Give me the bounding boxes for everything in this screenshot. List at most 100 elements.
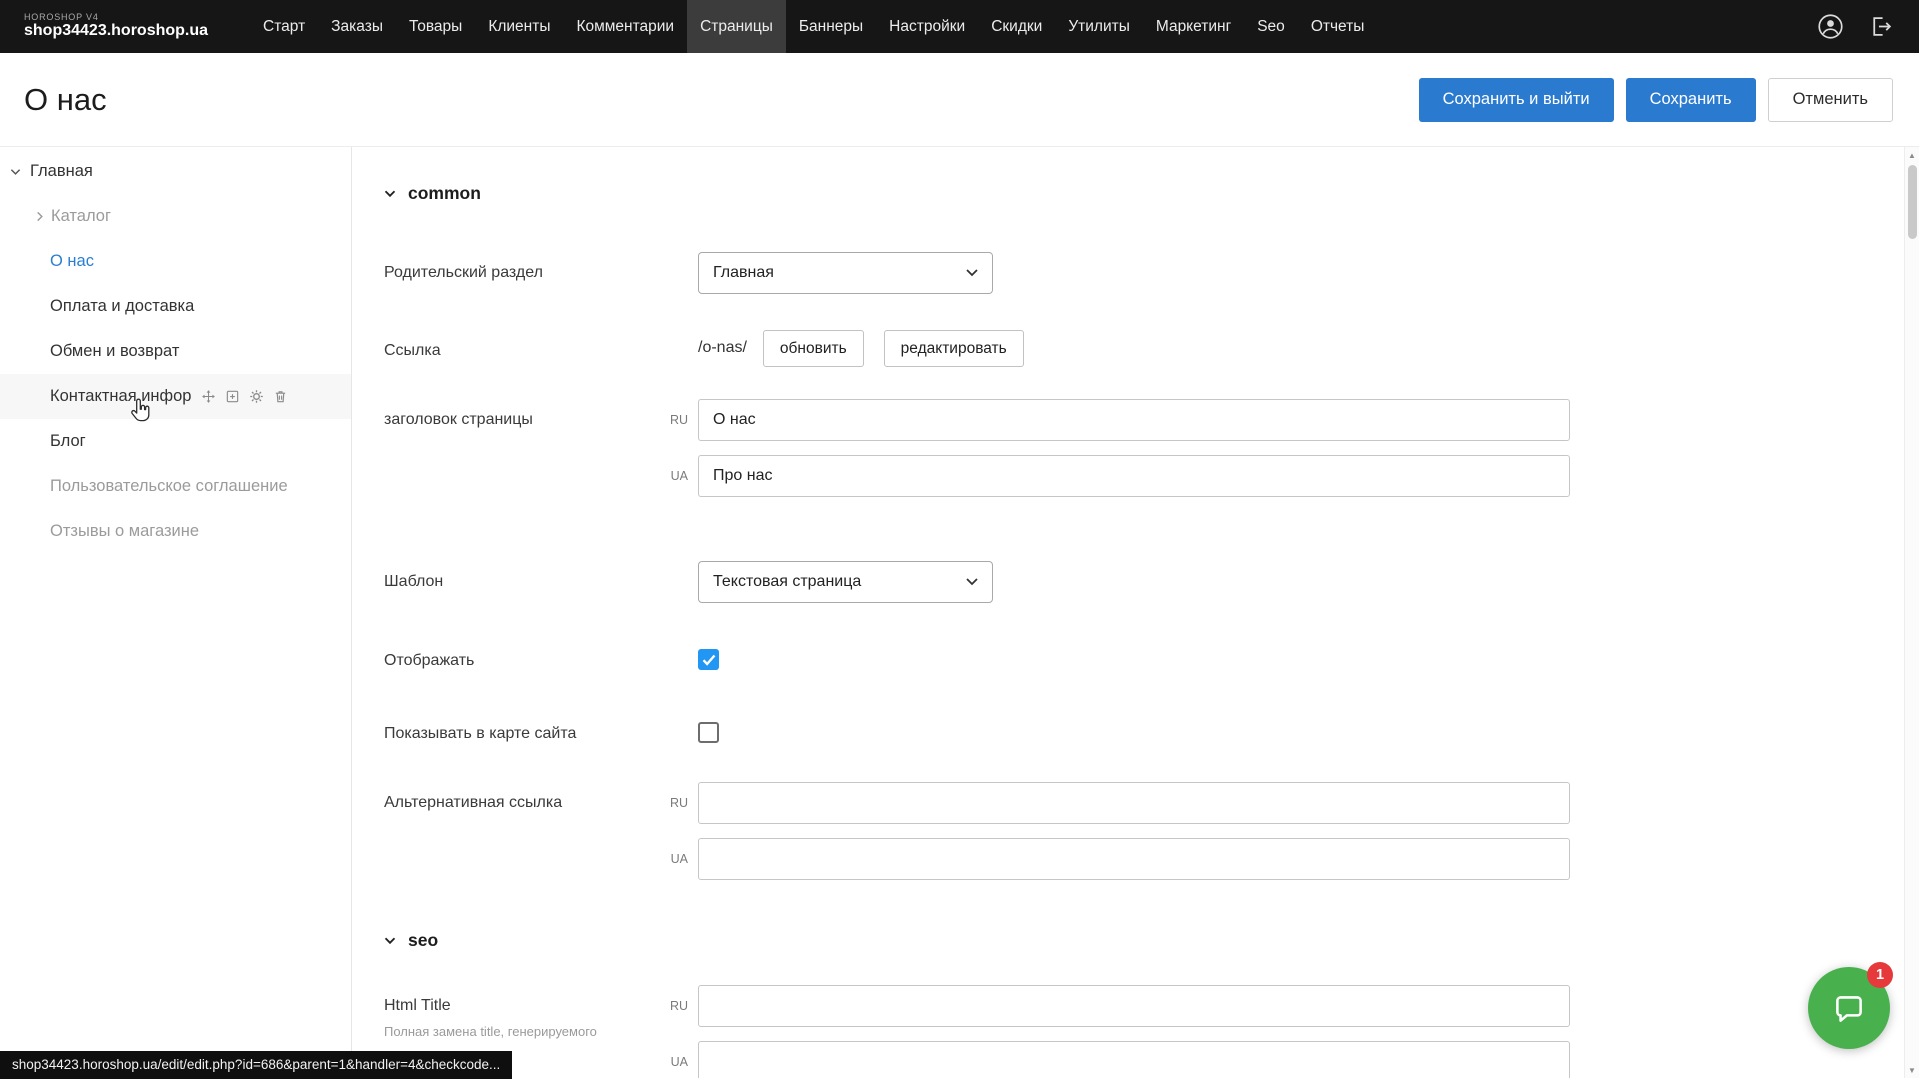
form-row-display: Отображать <box>384 649 1879 671</box>
chevron-down-icon <box>384 190 396 198</box>
section-seo[interactable]: seo <box>384 930 1879 951</box>
lang-tag-ua: UA <box>652 838 698 880</box>
html-title-ua-input[interactable] <box>698 1041 1570 1078</box>
page-title: О нас <box>24 82 107 118</box>
pages-tree-sidebar: Главная Каталог О нас Оплата и доставка … <box>0 147 352 1078</box>
tree-item-blog[interactable]: Блог <box>0 419 351 464</box>
scroll-up-arrow[interactable]: ▲ <box>1905 147 1919 163</box>
nav-item-orders[interactable]: Заказы <box>318 0 396 53</box>
page-title-ua-input[interactable] <box>698 455 1570 497</box>
account-icon[interactable] <box>1817 13 1844 40</box>
chevron-right-icon[interactable] <box>36 211 44 222</box>
section-common-label: common <box>408 183 481 204</box>
settings-icon[interactable] <box>249 389 264 404</box>
sitemap-checkbox[interactable] <box>698 722 719 743</box>
page-header: О нас Сохранить и выйти Сохранить Отмени… <box>0 53 1919 147</box>
link-edit-button[interactable]: редактировать <box>884 330 1024 367</box>
link-label: Ссылка <box>384 330 652 367</box>
nav-item-reports[interactable]: Отчеты <box>1298 0 1378 53</box>
form-row-sitemap: Показывать в карте сайта <box>384 722 1879 744</box>
nav-item-utilities[interactable]: Утилиты <box>1055 0 1143 53</box>
chevron-down-icon[interactable] <box>10 168 21 176</box>
nav-item-discounts[interactable]: Скидки <box>978 0 1055 53</box>
lang-tag-ua: UA <box>652 455 698 497</box>
chat-launcher-button[interactable]: 1 <box>1808 967 1890 1049</box>
html-title-hint: Полная замена title, генерируемого <box>384 1023 618 1041</box>
chevron-down-icon <box>966 269 978 277</box>
content: Главная Каталог О нас Оплата и доставка … <box>0 147 1919 1078</box>
parent-section-select[interactable]: Главная <box>698 252 993 294</box>
tree-root-label: Главная <box>30 162 93 181</box>
lang-tag-ru: RU <box>652 985 698 1027</box>
tree-item-label: Каталог <box>51 207 111 226</box>
tree-item-catalog[interactable]: Каталог <box>0 194 351 239</box>
html-title-label: Html Title <box>384 996 652 1016</box>
nav-item-products[interactable]: Товары <box>396 0 475 53</box>
lang-tag-ru: RU <box>652 782 698 824</box>
tree-item-label: Отзывы о магазине <box>50 522 199 541</box>
template-value: Текстовая страница <box>713 573 861 591</box>
lang-tag-ru: RU <box>652 399 698 441</box>
add-page-icon[interactable] <box>225 389 240 404</box>
tree-item-contact-info[interactable]: Контактная инфор <box>0 374 351 419</box>
tree-item-user-agreement[interactable]: Пользовательское соглашение <box>0 464 351 509</box>
sitemap-label: Показывать в карте сайта <box>384 722 652 744</box>
brand: HOROSHOP V4 shop34423.horoshop.ua <box>24 12 208 41</box>
form-row-parent-section: Родительский раздел Главная <box>384 252 1879 294</box>
chevron-down-icon <box>966 578 978 586</box>
cancel-button[interactable]: Отменить <box>1768 78 1893 122</box>
page-edit-form: common Родительский раздел Главная Ссылк… <box>352 147 1919 1078</box>
link-refresh-button[interactable]: обновить <box>763 330 864 367</box>
delete-icon[interactable] <box>273 389 288 404</box>
tree-item-label: Пользовательское соглашение <box>50 477 288 496</box>
page-title-ru-input[interactable] <box>698 399 1570 441</box>
save-button[interactable]: Сохранить <box>1626 78 1756 122</box>
alt-link-label: Альтернативная ссылка <box>384 782 652 894</box>
main-nav: Старт Заказы Товары Клиенты Комментарии … <box>250 0 1377 53</box>
form-row-link: Ссылка /o-nas/ обновить редактировать <box>384 330 1879 367</box>
nav-item-comments[interactable]: Комментарии <box>563 0 687 53</box>
nav-item-settings[interactable]: Настройки <box>876 0 978 53</box>
topbar: HOROSHOP V4 shop34423.horoshop.ua Старт … <box>0 0 1919 53</box>
drag-handle-icon[interactable] <box>201 389 216 404</box>
chat-unread-badge: 1 <box>1867 962 1893 988</box>
nav-item-pages[interactable]: Страницы <box>687 0 786 53</box>
chat-bubble-icon <box>1830 989 1868 1027</box>
status-url-bar: shop34423.horoshop.ua/edit/edit.php?id=6… <box>0 1051 512 1079</box>
check-icon <box>702 654 716 666</box>
tree-item-label: Обмен и возврат <box>50 342 179 361</box>
scroll-down-arrow[interactable]: ▼ <box>1905 1062 1919 1078</box>
html-title-ru-input[interactable] <box>698 985 1570 1027</box>
logout-icon[interactable] <box>1868 14 1893 39</box>
section-common[interactable]: common <box>384 183 1879 204</box>
tree-item-exchange-return[interactable]: Обмен и возврат <box>0 329 351 374</box>
brand-domain: shop34423.horoshop.ua <box>24 22 208 40</box>
page-title-label: заголовок страницы <box>384 399 652 511</box>
nav-item-seo[interactable]: Seo <box>1244 0 1298 53</box>
tree-item-label: Блог <box>50 432 86 451</box>
tree-root-main[interactable]: Главная <box>0 149 351 194</box>
parent-section-value: Главная <box>713 264 774 282</box>
form-row-template: Шаблон Текстовая страница <box>384 561 1879 603</box>
save-and-exit-button[interactable]: Сохранить и выйти <box>1419 78 1614 122</box>
display-label: Отображать <box>384 649 652 671</box>
tree-item-about[interactable]: О нас <box>0 239 351 284</box>
nav-item-banners[interactable]: Баннеры <box>786 0 876 53</box>
tree-item-label: Контактная инфор <box>50 387 191 406</box>
scrollbar-thumb[interactable] <box>1908 165 1917 239</box>
tree-item-payment-delivery[interactable]: Оплата и доставка <box>0 284 351 329</box>
nav-item-marketing[interactable]: Маркетинг <box>1143 0 1244 53</box>
section-seo-label: seo <box>408 930 438 951</box>
nav-item-start[interactable]: Старт <box>250 0 318 53</box>
parent-section-label: Родительский раздел <box>384 252 652 294</box>
chevron-down-icon <box>384 937 396 945</box>
form-row-html-title: Html Title Полная замена title, генериру… <box>384 985 1879 1078</box>
lang-tag-ua: UA <box>652 1041 698 1078</box>
tree-item-store-reviews[interactable]: Отзывы о магазине <box>0 509 351 554</box>
alt-link-ua-input[interactable] <box>698 838 1570 880</box>
form-row-page-title: заголовок страницы RU UA <box>384 399 1879 511</box>
alt-link-ru-input[interactable] <box>698 782 1570 824</box>
template-select[interactable]: Текстовая страница <box>698 561 993 603</box>
nav-item-clients[interactable]: Клиенты <box>475 0 563 53</box>
display-checkbox[interactable] <box>698 649 719 670</box>
